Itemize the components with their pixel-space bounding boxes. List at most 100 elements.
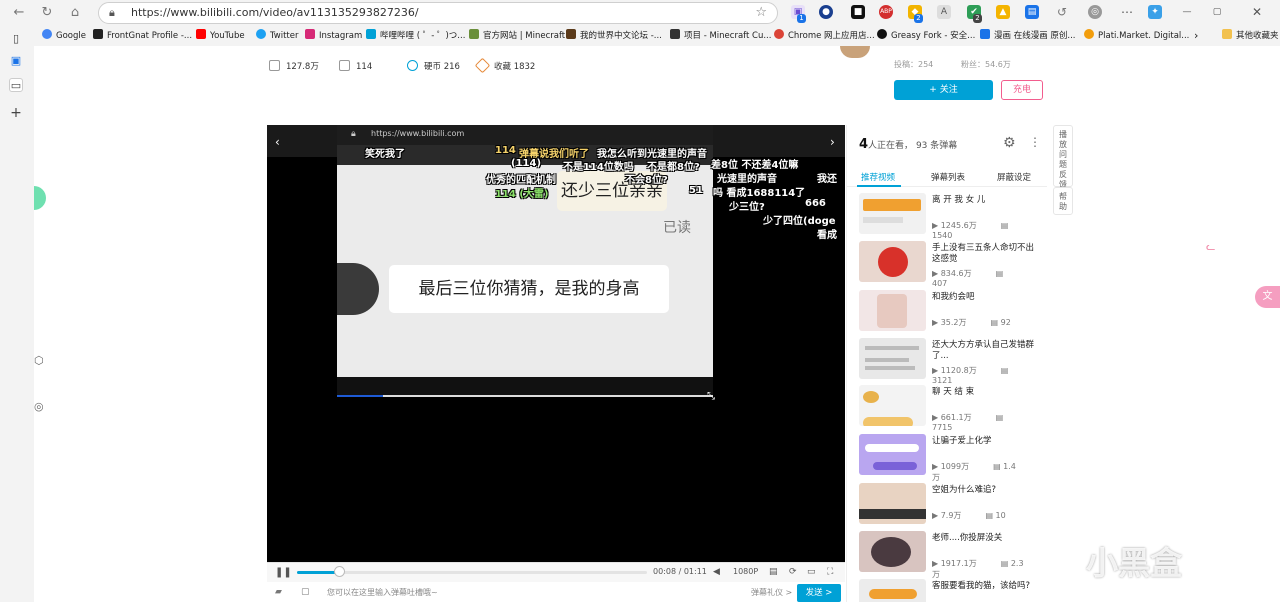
video-thumbnail[interactable] xyxy=(859,531,926,572)
more-vertical-icon[interactable]: ⋮ xyxy=(1029,135,1041,149)
video-thumbnail[interactable] xyxy=(859,193,926,234)
widescreen-icon[interactable]: ▭ xyxy=(807,567,816,577)
extension-icon[interactable]: ● xyxy=(819,5,833,19)
tab-danmaku-list[interactable]: 弹幕列表 xyxy=(931,171,965,183)
tab-block-settings[interactable]: 屏蔽设定 xyxy=(997,171,1031,183)
danmaku-style-icon[interactable]: ▰ xyxy=(275,587,282,597)
video-title[interactable]: 还大大方方承认自己发错群了... xyxy=(932,340,1042,362)
tab-recommended[interactable]: 推荐视频 xyxy=(861,171,895,183)
bookmark-item[interactable]: 我的世界中文论坛 -... xyxy=(566,29,662,43)
favorite-stat[interactable]: 收藏 1832 xyxy=(474,57,535,74)
charge-button[interactable]: 充电 xyxy=(1001,80,1043,100)
bookmark-item[interactable]: 官方网站 | Minecraft xyxy=(469,29,565,43)
pause-icon[interactable]: ❚❚ xyxy=(275,567,292,578)
progress-track[interactable] xyxy=(297,571,647,574)
minimize-icon[interactable]: — xyxy=(1180,5,1194,19)
recommended-video[interactable]: 和我约会吧 ▶ 35.2万 ▤ 92 xyxy=(859,290,1044,334)
video-thumbnail[interactable] xyxy=(859,241,926,282)
tab-actions-icon[interactable]: ▯ xyxy=(9,32,23,46)
progress-knob[interactable] xyxy=(334,566,345,577)
bookmark-item[interactable]: 漫画 在线漫画 原创... xyxy=(980,29,1076,43)
next-arrow-icon[interactable]: › xyxy=(830,135,835,149)
coin-stat[interactable]: 硬币 216 xyxy=(407,60,460,72)
hexagon-icon[interactable]: ⬡ xyxy=(34,354,44,367)
sync-icon[interactable]: ↺ xyxy=(1055,5,1069,19)
home-icon[interactable]: ⌂ xyxy=(66,4,84,22)
back-icon[interactable]: ← xyxy=(10,4,28,22)
profile-avatar[interactable]: ◎ xyxy=(1088,5,1102,19)
follow-button[interactable]: + 关注 xyxy=(894,80,993,100)
other-bookmarks[interactable]: 其他收藏夹 xyxy=(1222,29,1279,43)
floating-widget[interactable] xyxy=(34,186,46,210)
adblock-icon[interactable]: ABP xyxy=(879,5,893,19)
maximize-icon[interactable]: ▢ xyxy=(1210,5,1224,19)
video-title[interactable]: 离 开 我 女 儿 xyxy=(932,195,1042,206)
close-icon[interactable]: ✕ xyxy=(1250,5,1264,19)
uploader-avatar[interactable] xyxy=(840,46,870,58)
bookmark-item[interactable]: Chrome 网上应用店... xyxy=(774,29,875,43)
quality-selector[interactable]: 1080P xyxy=(733,567,758,576)
bookmark-item[interactable]: Plati.Market. Digital... xyxy=(1084,29,1189,43)
danmaku-toggle-icon[interactable]: ▤ xyxy=(769,567,778,577)
copilot-icon[interactable]: ✦ xyxy=(1148,5,1162,19)
pip-progress[interactable] xyxy=(337,395,713,397)
address-bar[interactable]: 🔒︎ https://www.bilibili.com/video/av1131… xyxy=(98,2,778,24)
bookmark-item[interactable]: Instagram xyxy=(305,29,362,43)
extension-icon[interactable]: ▤ xyxy=(1025,5,1039,19)
recommended-video[interactable]: 手上没有三五条人命切不出这感觉 ▶ 834.6万 ▤ 407 xyxy=(859,241,1044,288)
video-thumbnail[interactable] xyxy=(859,434,926,475)
video-thumbnail[interactable] xyxy=(859,290,926,331)
translate-float-icon[interactable]: 文 xyxy=(1255,286,1280,308)
refresh-icon[interactable]: ↻ xyxy=(38,4,56,22)
danmaku-settings-icon[interactable]: ▢ xyxy=(301,587,310,597)
active-tab-icon[interactable]: ▭ xyxy=(9,78,23,92)
video-thumbnail[interactable] xyxy=(859,483,926,524)
send-danmaku-button[interactable]: 发送 > xyxy=(797,584,841,602)
video-title[interactable]: 老师....你投屏没关 xyxy=(932,533,1042,544)
help-button[interactable]: 帮助 xyxy=(1053,187,1073,215)
fullscreen-icon[interactable]: ⛶ xyxy=(827,567,833,577)
video-thumbnail[interactable] xyxy=(859,385,926,426)
bookmark-item[interactable]: Twitter xyxy=(256,29,299,43)
bookmark-item[interactable]: 项目 - Minecraft Cu... xyxy=(670,29,771,43)
video-title[interactable]: 和我约会吧 xyxy=(932,292,1042,303)
recommended-video[interactable]: 客服要看我的猫，该给吗? xyxy=(859,579,1044,602)
volume-icon[interactable]: ◀︎ xyxy=(713,567,720,577)
video-title[interactable]: 手上没有三五条人命切不出这感觉 xyxy=(932,243,1042,265)
danmaku-input[interactable]: 您可以在这里输入弹幕吐槽哦~ xyxy=(327,587,438,598)
more-menu-icon[interactable]: ⋯ xyxy=(1120,5,1134,19)
video-title[interactable]: 空姐为什么难追? xyxy=(932,485,1042,496)
extension-icon[interactable]: ▲ xyxy=(996,5,1010,19)
bookmark-item[interactable]: Google xyxy=(42,29,86,43)
bookmark-item[interactable]: Greasy Fork - 安全... xyxy=(877,29,975,43)
loop-icon[interactable]: ⟳ xyxy=(789,567,797,577)
resize-handle-icon[interactable]: ⤡ xyxy=(707,391,715,402)
bookmark-item[interactable]: YouTube xyxy=(196,29,245,43)
playback-feedback-button[interactable]: 播放问题反馈 xyxy=(1053,125,1073,189)
recommended-video[interactable]: 让骗子爱上化学 ▶ 1099万 ▤ 1.4万 xyxy=(859,434,1044,482)
video-thumbnail[interactable] xyxy=(859,579,926,602)
cat-icon[interactable]: ᓚ xyxy=(1206,240,1215,253)
new-tab-icon[interactable]: + xyxy=(9,106,23,120)
extension-icon[interactable]: ■ xyxy=(851,5,865,19)
bookmark-item[interactable]: 哔哩哔哩 ( ゜- ゜)つ... xyxy=(366,29,465,43)
video-thumbnail[interactable] xyxy=(859,338,926,379)
video-title[interactable]: 客服要看我的猫，该给吗? xyxy=(932,581,1042,592)
gear-icon[interactable]: ⚙ xyxy=(1003,135,1016,151)
recommended-video[interactable]: 聊 天 结 束 ▶ 661.1万 ▤ 7715 xyxy=(859,385,1044,432)
recommended-video[interactable]: 还大大方方承认自己发错群了... ▶ 1120.8万 ▤ 3121 xyxy=(859,338,1044,385)
video-title[interactable]: 聊 天 结 束 xyxy=(932,387,1042,398)
extension-icon[interactable]: A xyxy=(937,5,951,19)
bookmark-item[interactable]: FrontGnat Profile -... xyxy=(93,29,192,43)
recommended-video[interactable]: 老师....你投屏没关 ▶ 1917.1万 ▤ 2.3万 xyxy=(859,531,1044,579)
gear-edge-icon[interactable]: ◎ xyxy=(34,400,44,413)
recommended-video[interactable]: 空姐为什么难追? ▶ 7.9万 ▤ 10 xyxy=(859,483,1044,527)
video-player[interactable]: ‹ › 🔒︎ https://www.bilibili.com 还少三位亲亲 已… xyxy=(267,125,845,562)
danmaku-etiquette-link[interactable]: 弹幕礼仪 > xyxy=(751,587,792,598)
favorite-star-icon[interactable]: ☆ xyxy=(755,5,767,20)
bookmarks-overflow-icon[interactable]: › xyxy=(1194,29,1198,43)
prev-arrow-icon[interactable]: ‹ xyxy=(275,135,280,149)
video-title[interactable]: 让骗子爱上化学 xyxy=(932,436,1042,447)
address-url[interactable]: https://www.bilibili.com/video/av1131352… xyxy=(131,6,419,19)
bilibili-tab-icon[interactable]: ▣ xyxy=(9,54,23,68)
